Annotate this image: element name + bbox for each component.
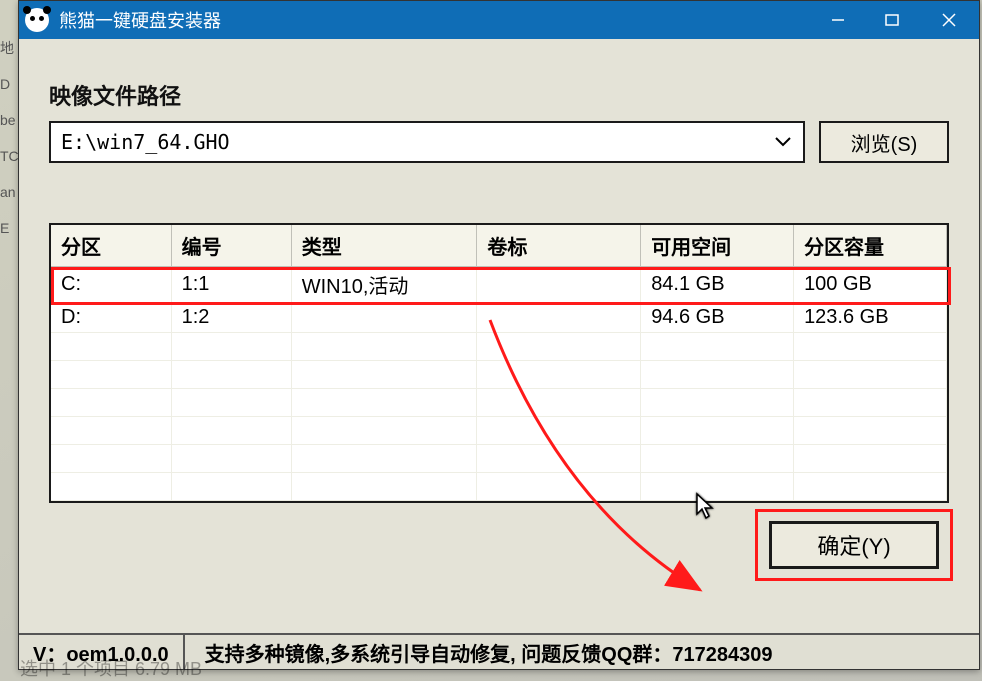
cell-drive <box>51 417 171 445</box>
background-text: 选中 1 个项目 6.79 MB <box>20 655 202 681</box>
col-header-drive[interactable]: 分区 <box>51 225 171 267</box>
cell-free <box>641 445 794 473</box>
cell-number <box>171 333 291 361</box>
cell-label <box>477 267 641 303</box>
table-row <box>51 361 947 389</box>
browse-button-label: 浏览(S) <box>851 128 918 157</box>
client-area: 映像文件路径 E:\win7_64.GHO 浏览(S) 分区 <box>19 39 979 633</box>
cell-label <box>477 417 641 445</box>
cell-drive: C: <box>51 267 171 303</box>
image-path-combo[interactable]: E:\win7_64.GHO <box>49 121 805 163</box>
close-icon <box>941 12 957 28</box>
maximize-button[interactable] <box>865 1 919 39</box>
browse-button[interactable]: 浏览(S) <box>819 121 949 163</box>
cell-type <box>291 445 477 473</box>
col-header-number[interactable]: 编号 <box>171 225 291 267</box>
chevron-down-icon <box>763 137 803 147</box>
cell-label <box>477 303 641 333</box>
cell-free <box>641 361 794 389</box>
cell-free <box>641 333 794 361</box>
col-header-type[interactable]: 类型 <box>291 225 477 267</box>
cell-free: 94.6 GB <box>641 303 794 333</box>
table-row <box>51 333 947 361</box>
table-row <box>51 417 947 445</box>
cell-capacity: 100 GB <box>794 267 947 303</box>
cell-drive <box>51 473 171 501</box>
cell-type <box>291 473 477 501</box>
installer-window: 熊猫一键硬盘安装器 映像文件路径 E:\win7_64.GHO 浏览(S) <box>18 0 980 670</box>
cell-type <box>291 333 477 361</box>
table-row <box>51 445 947 473</box>
partition-table[interactable]: 分区 编号 类型 卷标 可用空间 分区容量 C:1:1WIN10,活动 84.1 … <box>49 223 949 503</box>
table-row <box>51 389 947 417</box>
titlebar: 熊猫一键硬盘安装器 <box>19 1 979 39</box>
window-control-buttons <box>811 1 979 39</box>
confirm-button-label: 确定(Y) <box>817 529 890 561</box>
cell-free: 84.1 GB <box>641 267 794 303</box>
panda-icon <box>25 8 49 32</box>
minimize-icon <box>831 13 845 27</box>
support-text: 支持多种镜像,多系统引导自动修复, 问题反馈QQ群：717284309 <box>185 638 773 667</box>
cell-label <box>477 389 641 417</box>
table-row <box>51 473 947 501</box>
table-row[interactable]: D:1:2 94.6 GB123.6 GB <box>51 303 947 333</box>
table-header-row: 分区 编号 类型 卷标 可用空间 分区容量 <box>51 225 947 267</box>
cell-drive <box>51 333 171 361</box>
cursor-icon <box>695 492 715 520</box>
maximize-icon <box>885 13 899 27</box>
image-path-value: E:\win7_64.GHO <box>61 130 763 154</box>
table-row[interactable]: C:1:1WIN10,活动 84.1 GB100 GB <box>51 267 947 303</box>
col-header-free[interactable]: 可用空间 <box>641 225 794 267</box>
cell-capacity <box>794 361 947 389</box>
cell-drive <box>51 361 171 389</box>
image-path-row: E:\win7_64.GHO 浏览(S) <box>49 121 949 163</box>
close-button[interactable] <box>919 1 979 39</box>
cell-label <box>477 445 641 473</box>
cell-capacity: 123.6 GB <box>794 303 947 333</box>
cell-type <box>291 389 477 417</box>
cell-free <box>641 389 794 417</box>
cell-number <box>171 417 291 445</box>
cell-type <box>291 417 477 445</box>
cell-number <box>171 389 291 417</box>
cell-label <box>477 473 641 501</box>
cell-label <box>477 333 641 361</box>
cell-type: WIN10,活动 <box>291 267 477 303</box>
cell-type <box>291 303 477 333</box>
confirm-button[interactable]: 确定(Y) <box>769 521 939 569</box>
cell-capacity <box>794 473 947 501</box>
cell-drive <box>51 389 171 417</box>
cell-drive <box>51 445 171 473</box>
cell-drive: D: <box>51 303 171 333</box>
cell-number <box>171 445 291 473</box>
cell-capacity <box>794 389 947 417</box>
cell-free <box>641 417 794 445</box>
cell-free <box>641 473 794 501</box>
window-title: 熊猫一键硬盘安装器 <box>59 7 811 33</box>
confirm-area: 确定(Y) <box>49 521 949 569</box>
cell-label <box>477 361 641 389</box>
cell-number: 1:2 <box>171 303 291 333</box>
minimize-button[interactable] <box>811 1 865 39</box>
cell-capacity <box>794 417 947 445</box>
image-path-label: 映像文件路径 <box>49 79 949 111</box>
col-header-capacity[interactable]: 分区容量 <box>794 225 947 267</box>
cell-number: 1:1 <box>171 267 291 303</box>
cell-number <box>171 361 291 389</box>
col-header-label[interactable]: 卷标 <box>477 225 641 267</box>
cell-type <box>291 361 477 389</box>
cell-capacity <box>794 445 947 473</box>
cell-number <box>171 473 291 501</box>
cell-capacity <box>794 333 947 361</box>
